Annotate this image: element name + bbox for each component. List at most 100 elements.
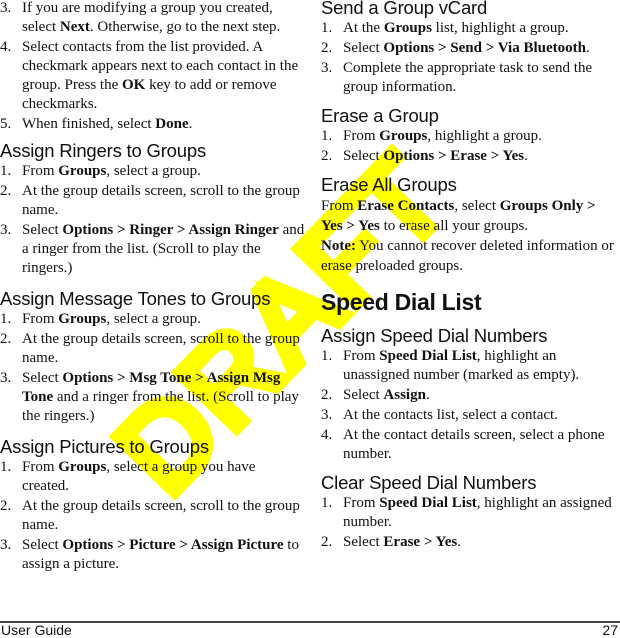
step-text: Select Options > Erase > Yes.	[343, 148, 528, 164]
steps-list: 1. From Speed Dial List, highlight an una…	[321, 347, 620, 464]
section-heading: Erase All Groups	[321, 174, 457, 195]
step-number: 2.	[0, 183, 12, 199]
step-number: 2.	[321, 40, 333, 56]
steps-list: 1. At the Groups list, highlight a group.…	[321, 19, 620, 97]
step: 2. At the group details screen, scroll to…	[0, 497, 305, 535]
step: 3. Select Options > Msg Tone > Assign Msg…	[0, 369, 305, 426]
erase-all-paragraph: From Erase Contacts, select Groups Only …	[321, 198, 596, 234]
bold-term: Erase Contacts	[357, 198, 455, 214]
step-number: 1.	[321, 348, 333, 364]
step-text: At the contacts list, select a contact.	[343, 407, 558, 423]
bold-term: Groups	[383, 20, 432, 36]
step: 1. From Groups, select a group you have c…	[0, 458, 305, 496]
step-text: Select contacts from the list provided. …	[22, 39, 299, 112]
right-column: Send a Group vCard 1. At the Groups list,…	[321, 0, 620, 553]
step-text: Select Erase > Yes.	[343, 534, 461, 550]
section-assign-message-tones: Assign Message Tones to Groups 1. From Gr…	[0, 288, 305, 426]
section-assign-ringers: Assign Ringers to Groups 1. From Groups, …	[0, 140, 305, 278]
section-assign-speed-dial: Assign Speed Dial Numbers 1. From Speed D…	[321, 325, 620, 464]
bold-term: Options > Ringer > Assign Ringer	[62, 222, 279, 238]
section-heading: Erase a Group	[321, 105, 439, 126]
step-number: 2.	[0, 331, 12, 347]
step: 3. Select Options > Ringer > Assign Ringe…	[0, 221, 305, 278]
step-number: 3.	[321, 407, 333, 423]
section-heading: Assign Pictures to Groups	[0, 436, 209, 457]
step-text: From Groups, select a group.	[22, 163, 201, 179]
section-assign-pictures: Assign Pictures to Groups 1. From Groups,…	[0, 436, 305, 574]
step: 4. Select contacts from the list provided…	[0, 38, 305, 114]
step-number: 1.	[0, 311, 12, 327]
step-text: Select Options > Ringer > Assign Ringer …	[22, 222, 305, 276]
bold-term: Options > Erase > Yes	[383, 148, 525, 164]
step: 1. From Speed Dial List, highlight an ass…	[321, 494, 620, 532]
bold-term: OK	[122, 77, 146, 93]
step: 1. From Groups, highlight a group.	[321, 127, 620, 146]
step-number: 2.	[321, 387, 333, 403]
section-clear-speed-dial: Clear Speed Dial Numbers 1. From Speed Di…	[321, 472, 620, 552]
step-text: Complete the appropriate task to send th…	[343, 60, 593, 95]
bold-term: Groups	[379, 128, 428, 144]
step-number: 2.	[321, 534, 333, 550]
note-paragraph: Note: You cannot recover deleted informa…	[321, 238, 614, 274]
step-text: From Groups, highlight a group.	[343, 128, 542, 144]
left-column: 3. If you are modifying a group you creat…	[0, 0, 305, 575]
step: 1. From Groups, select a group.	[0, 162, 305, 181]
section-erase-group: Erase a Group 1. From Groups, highlight a…	[321, 105, 620, 166]
steps-list: 1. From Groups, select a group. 2. At the …	[0, 162, 305, 278]
footer-doc-title: User Guide	[1, 622, 72, 638]
step-number: 5.	[0, 116, 12, 132]
section-heading: Assign Ringers to Groups	[0, 140, 206, 161]
step-text: Select Options > Picture > Assign Pictur…	[22, 537, 299, 572]
steps-list: 1. From Groups, select a group you have c…	[0, 458, 305, 574]
steps-list: 1. From Groups, highlight a group. 2. Sele…	[321, 127, 620, 166]
bold-term: Next	[59, 19, 90, 35]
bold-term: Options > Picture > Assign Picture	[62, 537, 284, 553]
step-number: 1.	[321, 495, 333, 511]
step-number: 1.	[321, 20, 333, 36]
bold-term: Done	[155, 116, 189, 132]
step: 2. Select Erase > Yes.	[321, 533, 620, 552]
step-text: From Groups, select a group.	[22, 311, 201, 327]
step-number: 1.	[0, 459, 12, 475]
step-number: 1.	[321, 128, 333, 144]
step-number: 3.	[0, 0, 12, 16]
step: 3. If you are modifying a group you creat…	[0, 0, 305, 37]
section-send-vcard: Send a Group vCard 1. At the Groups list,…	[321, 0, 620, 97]
step: 2. Select Options > Erase > Yes.	[321, 147, 620, 166]
step-text: When finished, select Done.	[22, 116, 193, 132]
bold-term: Groups	[58, 459, 107, 475]
steps-list: 1. From Groups, select a group. 2. At the …	[0, 310, 305, 426]
bold-term: Speed Dial List	[379, 348, 477, 364]
step: 1. At the Groups list, highlight a group.	[321, 19, 620, 38]
step: 3. At the contacts list, select a contact…	[321, 406, 620, 425]
step: 2. At the group details screen, scroll to…	[0, 182, 305, 220]
chapter-title: Speed Dial List	[321, 289, 482, 315]
step-text: At the Groups list, highlight a group.	[343, 20, 569, 36]
section-heading: Send a Group vCard	[321, 0, 488, 18]
step-number: 3.	[321, 60, 333, 76]
section-heading: Assign Message Tones to Groups	[0, 288, 271, 309]
bold-term: Options > Send > Via Bluetooth	[383, 40, 586, 56]
step: 2. At the group details screen, scroll to…	[0, 330, 305, 368]
step-text: From Speed Dial List, highlight an unass…	[343, 348, 580, 383]
step-number: 2.	[0, 498, 12, 514]
step: 2. Select Options > Send > Via Bluetooth.	[321, 39, 620, 58]
step-number: 4.	[321, 427, 333, 443]
bold-term: Options > Msg Tone > Assign Msg Tone	[22, 370, 281, 405]
step-text: At the group details screen, scroll to t…	[22, 183, 300, 218]
bold-term: Speed Dial List	[379, 495, 477, 511]
step-text: At the contact details screen, select a …	[343, 427, 605, 462]
step-text: At the group details screen, scroll to t…	[22, 498, 300, 533]
step-number: 1.	[0, 163, 12, 179]
page-number: 27	[602, 622, 618, 638]
bold-term: Erase > Yes	[383, 534, 458, 550]
continued-steps: 3. If you are modifying a group you creat…	[0, 0, 305, 134]
step-number: 4.	[0, 39, 12, 55]
step-text: Select Options > Msg Tone > Assign Msg T…	[22, 370, 299, 424]
step-text: From Speed Dial List, highlight an assig…	[343, 495, 612, 530]
bold-term: Assign	[383, 387, 426, 403]
step: 3. Complete the appropriate task to send …	[321, 59, 620, 97]
step-text: If you are modifying a group you created…	[22, 0, 281, 35]
step-text: Select Options > Send > Via Bluetooth.	[343, 40, 590, 56]
step: 2. Select Assign.	[321, 386, 620, 405]
